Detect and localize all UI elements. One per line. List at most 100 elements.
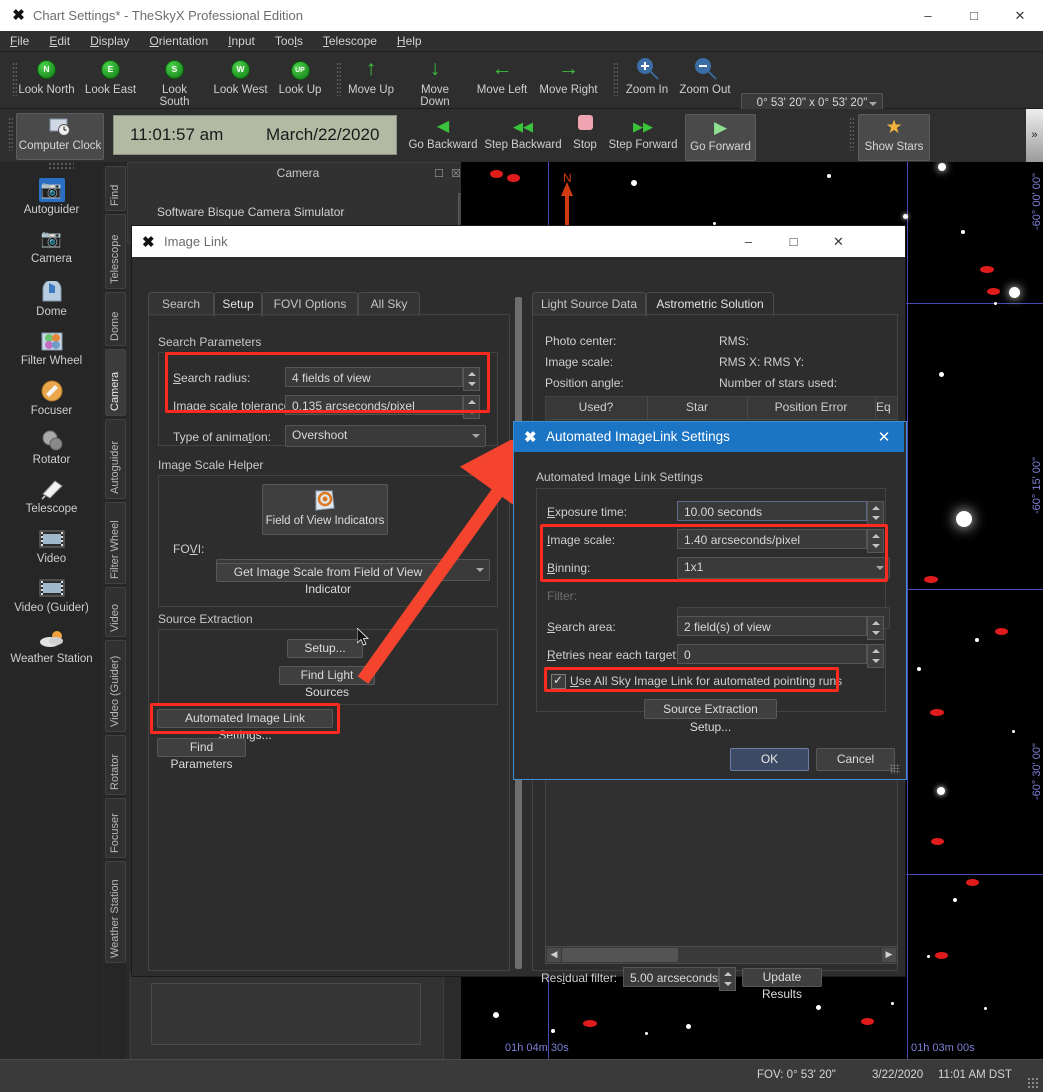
resize-grip[interactable]	[890, 764, 900, 774]
menu-tools[interactable]: Tools	[265, 31, 313, 50]
ok-button[interactable]: OK	[730, 748, 809, 771]
sidebar-item-autoguider[interactable]: 📷 Autoguider	[0, 174, 103, 216]
search-area-field[interactable]: 2 field(s) of view	[677, 616, 867, 636]
clock-display[interactable]: 11:01:57 am March/22/2020	[113, 115, 397, 155]
image-link-minimize-button[interactable]: –	[726, 226, 771, 257]
vtab-video-guider[interactable]: Video (Guider)	[105, 640, 126, 732]
tab-light-source-data[interactable]: Light Source Data	[532, 292, 646, 316]
sidebar-label-video-guider: Video (Guider)	[14, 602, 89, 614]
get-image-scale-button[interactable]: Get Image Scale from Field of View Indic…	[216, 563, 440, 596]
move-left-button[interactable]: ← Move Left	[473, 54, 531, 96]
type-of-animation-combo[interactable]: Overshoot	[285, 425, 486, 447]
results-hscrollbar[interactable]: ◀ ▶	[545, 946, 898, 964]
sidebar-grip[interactable]	[48, 162, 74, 170]
close-button[interactable]: ✕	[997, 0, 1043, 31]
look-east-button[interactable]: E Look East	[82, 54, 139, 96]
star	[645, 1032, 648, 1035]
move-up-label: Move Up	[347, 84, 395, 96]
minimize-button[interactable]: –	[905, 0, 951, 31]
image-link-maximize-button[interactable]: □	[771, 226, 816, 257]
sidebar-item-camera[interactable]: 📷 Camera	[0, 223, 103, 265]
vtab-autoguider[interactable]: Autoguider	[105, 419, 126, 499]
menu-file[interactable]: FFileile	[0, 31, 39, 50]
tab-search[interactable]: Search	[148, 292, 214, 316]
go-backward-button[interactable]: ◀ Go Backward	[408, 115, 478, 151]
vtab-video[interactable]: Video	[105, 587, 126, 637]
source-extraction-setup-button[interactable]: Setup...	[287, 639, 363, 658]
find-parameters-button[interactable]: Find Parameters	[157, 738, 246, 771]
vtab-weather-station[interactable]: Weather Station	[105, 861, 126, 963]
scroll-left-arrow-icon[interactable]: ◀	[547, 948, 561, 962]
look-west-button[interactable]: W Look West	[212, 54, 269, 96]
zoom-out-button[interactable]: Zoom Out	[678, 54, 732, 96]
sidebar-item-weather-station[interactable]: Weather Station	[0, 623, 103, 665]
residual-filter-field[interactable]: 5.00 arcseconds	[623, 967, 719, 987]
toolbar-grip[interactable]	[12, 62, 17, 96]
compass-w-icon: W	[212, 54, 269, 84]
automated-dialog-close-button[interactable]: ✕	[870, 427, 898, 449]
toolbar-expander-button[interactable]: »	[1026, 109, 1043, 162]
time-toolbar-grip-2[interactable]	[849, 117, 854, 151]
tab-fovi-options[interactable]: FOVI Options	[262, 292, 358, 316]
look-up-button[interactable]: UP Look Up	[276, 54, 324, 96]
look-north-button[interactable]: N Look North	[18, 54, 75, 96]
sidebar-item-telescope[interactable]: Telescope	[0, 473, 103, 515]
step-forward-button[interactable]: ▶▶ Step Forward	[605, 115, 681, 151]
vtab-filter-wheel[interactable]: Filter Wheel	[105, 502, 126, 584]
vtab-find[interactable]: Find	[105, 166, 126, 211]
residual-filter-spinner[interactable]	[719, 967, 736, 991]
field-of-view-indicators-button[interactable]: Field of View Indicators	[262, 484, 388, 535]
sidebar-item-dome[interactable]: Dome	[0, 276, 103, 318]
maximize-button[interactable]: □	[951, 0, 997, 31]
scroll-right-arrow-icon[interactable]: ▶	[882, 948, 896, 962]
status-bar: FOV: 0° 53' 20" 3/22/2020 11:01 AM DST	[0, 1059, 1043, 1092]
toolbar-grip-3[interactable]	[613, 62, 618, 96]
exposure-time-spinner[interactable]	[867, 501, 884, 525]
move-up-button[interactable]: ↑ Move Up	[345, 54, 397, 96]
sidebar-label-autoguider: Autoguider	[23, 204, 80, 216]
sidebar-item-focuser[interactable]: Focuser	[0, 375, 103, 417]
exposure-time-field[interactable]: 10.00 seconds	[677, 501, 867, 521]
vtab-camera[interactable]: Camera	[105, 349, 126, 416]
restore-icon[interactable]: ☐	[434, 167, 444, 180]
retries-field[interactable]: 0	[677, 644, 867, 664]
vtab-focuser[interactable]: Focuser	[105, 798, 126, 858]
menu-input[interactable]: Input	[218, 31, 265, 50]
stop-button[interactable]: Stop	[566, 115, 604, 151]
sidebar-item-video-guider[interactable]: Video (Guider)	[0, 572, 103, 614]
menu-orientation[interactable]: Orientation	[139, 31, 218, 50]
menu-display[interactable]: Display	[80, 31, 139, 50]
move-down-button[interactable]: ↓ Move Down	[405, 54, 465, 108]
update-results-button[interactable]: Update Results	[742, 968, 822, 1001]
sidebar-item-filter-wheel[interactable]: Filter Wheel	[0, 325, 103, 367]
sidebar-item-video[interactable]: Video	[0, 523, 103, 565]
sidebar-item-rotator[interactable]: Rotator	[0, 424, 103, 466]
close-icon[interactable]: ☒	[451, 167, 461, 180]
look-south-button[interactable]: S Look South	[146, 54, 203, 108]
move-right-button[interactable]: → Move Right	[537, 54, 600, 96]
menu-edit[interactable]: Edit	[39, 31, 80, 50]
computer-clock-button[interactable]: Computer Clock	[16, 113, 104, 160]
window-resize-grip[interactable]	[1027, 1077, 1039, 1089]
retries-spinner[interactable]	[867, 644, 884, 668]
star	[816, 1005, 821, 1010]
toolbar-grip-2[interactable]	[336, 62, 341, 96]
step-backward-button[interactable]: ◀◀ Step Backward	[483, 115, 563, 151]
dome-icon	[0, 276, 103, 306]
menu-help[interactable]: Help	[387, 31, 432, 50]
show-stars-button[interactable]: ★ Show Stars	[858, 114, 930, 161]
tab-all-sky[interactable]: All Sky	[358, 292, 420, 316]
cancel-button[interactable]: Cancel	[816, 748, 895, 771]
search-area-spinner[interactable]	[867, 616, 884, 640]
vtab-dome[interactable]: Dome	[105, 292, 126, 346]
image-link-close-button[interactable]: ✕	[816, 226, 861, 257]
vtab-rotator[interactable]: Rotator	[105, 735, 126, 795]
time-toolbar-grip[interactable]	[8, 117, 13, 151]
go-forward-button[interactable]: ▶ Go Forward	[685, 114, 756, 161]
vtab-telescope[interactable]: Telescope	[105, 214, 126, 289]
menu-telescope[interactable]: Telescope	[313, 31, 387, 50]
zoom-in-button[interactable]: Zoom In	[620, 54, 674, 96]
find-light-sources-button[interactable]: Find Light Sources	[279, 666, 375, 699]
source-extraction-setup-auto-button[interactable]: Source Extraction Setup...	[644, 699, 777, 734]
window-titlebar: ✖ Chart Settings* - TheSkyX Professional…	[0, 0, 1043, 32]
